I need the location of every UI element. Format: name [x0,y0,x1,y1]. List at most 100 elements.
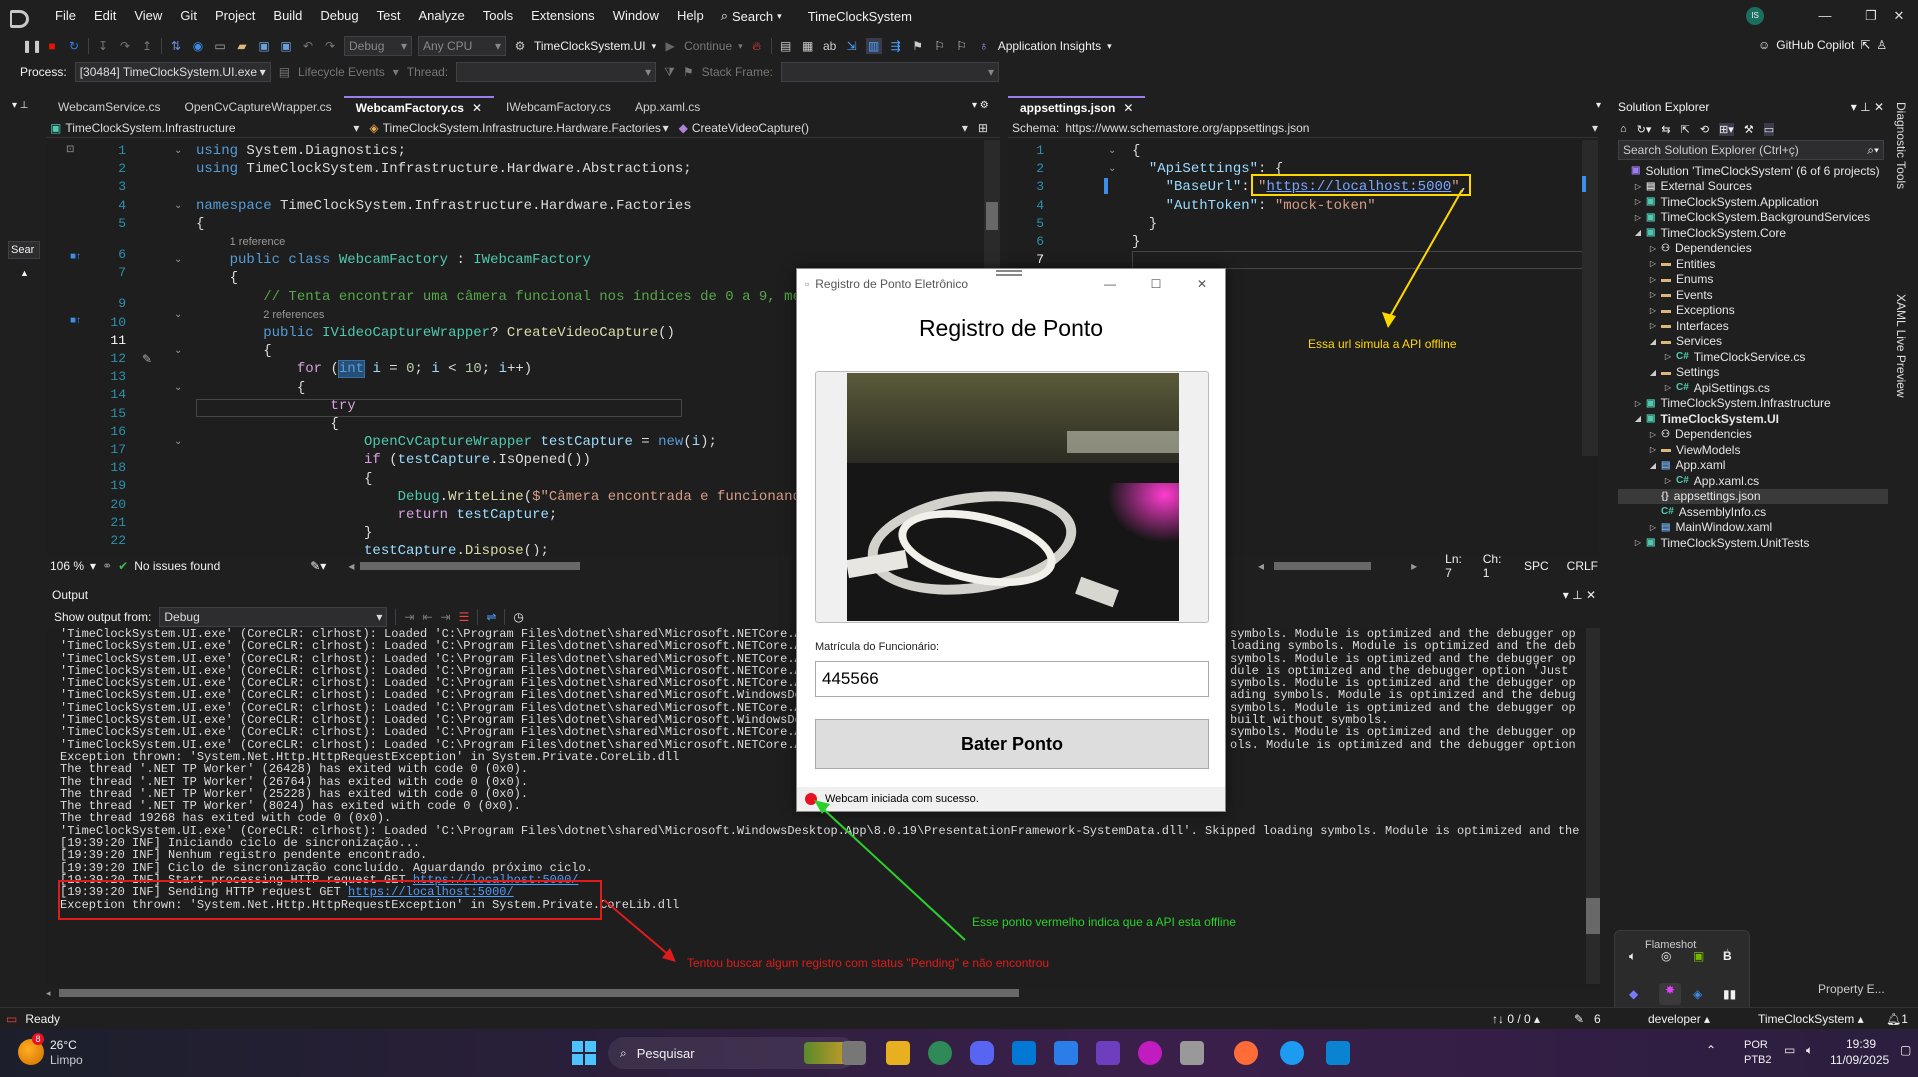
zoom-level[interactable]: 106 % [46,559,84,573]
visual-studio-icon[interactable] [1096,1041,1120,1065]
startup-project-label[interactable]: TimeClockSystem.UI [534,39,646,53]
bookmark-icon[interactable]: ⚑ [910,38,926,54]
vertical-scrollbar[interactable] [1586,628,1600,984]
menu-item-tools[interactable]: Tools [474,0,522,32]
expand-icon[interactable]: ▷ [1648,290,1658,299]
horizontal-scrollbar[interactable] [1274,562,1372,570]
comment-icon[interactable]: ⇲ [844,38,860,54]
back-icon[interactable]: ⇆ [1661,123,1670,136]
save-all-icon[interactable]: ▣ [278,38,294,54]
expand-icon[interactable]: ◢ [1633,228,1643,237]
menu-item-test[interactable]: Test [368,0,410,32]
step-icon[interactable]: ↧ [95,38,111,54]
codelens-references[interactable]: 2 references [263,309,324,321]
redo-icon[interactable]: ↷ [322,38,338,54]
tray-chevron-icon[interactable]: ⌃ [1706,1043,1716,1057]
new-item-icon[interactable]: ▭ [212,38,228,54]
notifications-icon[interactable]: ▢ [1900,1043,1911,1057]
menu-item-window[interactable]: Window [604,0,668,32]
tab-opencvcapturewrapper-cs[interactable]: OpenCvCaptureWrapper.cs [172,96,343,118]
save-icon[interactable]: ▣ [256,38,272,54]
avatar[interactable]: IS [1746,7,1764,25]
whitespace-indicator[interactable]: SPC [1524,559,1549,573]
expand-icon[interactable]: ▷ [1663,352,1673,361]
network-icon[interactable]: ▭ [1784,1043,1795,1057]
db-tool-icon[interactable] [1180,1041,1204,1065]
json-source[interactable]: { "ApiSettings": { "BaseUrl": "https://l… [1132,142,1468,251]
solution-item[interactable]: ◢ ▬ Services [1618,334,1888,350]
restart-icon[interactable]: ↻ [66,38,82,54]
solution-item[interactable]: ▷ C# App.xaml.cs [1618,473,1888,489]
menu-item-git[interactable]: Git [171,0,206,32]
bookmark-prev-icon[interactable]: ⚐ [932,38,948,54]
preview-icon[interactable]: ▭ [1763,122,1775,136]
start-button[interactable] [572,1041,596,1065]
azure-studio-icon[interactable] [1054,1041,1078,1065]
solution-item[interactable]: ◢ ▤ App.xaml [1618,458,1888,474]
find-icon[interactable]: ⇥ [404,610,414,624]
navigate-back-icon[interactable]: ◉ [190,38,206,54]
menu-item-extensions[interactable]: Extensions [522,0,604,32]
tab-webcamservice-cs[interactable]: WebcamService.cs [46,96,172,118]
properties-icon[interactable]: ⚒ [1744,123,1754,136]
teams-icon[interactable]: ◆ [1629,987,1638,1001]
close-icon[interactable]: ✕ [472,97,482,119]
solution-item[interactable]: ▷ ⚇ Dependencies [1618,427,1888,443]
brush-icon[interactable]: ✎▾ [310,559,326,573]
column-indicator[interactable]: Ch: 1 [1483,552,1506,580]
issues-status[interactable]: No issues found [134,559,220,573]
solution-item[interactable]: ▷ ▣ TimeClockSystem.BackgroundServices [1618,210,1888,226]
stop-icon[interactable]: ■ [44,38,60,54]
nav-method-select[interactable]: CreateVideoCapture() [692,121,962,135]
expand-icon[interactable]: ▷ [1648,523,1658,532]
expand-icon[interactable]: ◢ [1648,368,1658,377]
solution-item[interactable]: ▷ ▬ Exceptions [1618,303,1888,319]
solution-item[interactable]: ▷ ▬ Entities [1618,256,1888,272]
copilot-button[interactable]: GitHub Copilot [1776,38,1854,52]
vscode-icon[interactable] [1012,1041,1036,1065]
source-code[interactable]: using System.Diagnostics; using TimeCloc… [196,142,818,556]
share-icon[interactable]: ⇱ [1860,38,1870,52]
collapse-icon[interactable]: ⇱ [1681,123,1690,136]
refresh-icon[interactable]: ⟲ [1700,123,1709,136]
tab-dropdown-icon[interactable]: ▾ ⚙ [972,100,989,111]
solution-item[interactable]: C# AssemblyInfo.cs [1618,504,1888,520]
clock-date[interactable]: 11/09/2025 [1830,1053,1889,1067]
language-indicator[interactable]: POR [1744,1039,1768,1051]
notification-bell-icon[interactable]: 🔔︎1 [1886,1012,1908,1026]
pending-edits[interactable]: 6 [1594,1012,1601,1026]
solution-item[interactable]: ▷ C# ApiSettings.cs [1618,380,1888,396]
file-explorer-icon[interactable] [886,1041,910,1065]
close-button[interactable]: ✕ [1179,277,1225,291]
prev-icon[interactable]: ⇤ [422,610,432,624]
outlining-margin[interactable]: ⌄ ⌄ [1108,142,1116,178]
thread-select[interactable]: ▾ [456,62,657,82]
menu-item-help[interactable]: Help [668,0,713,32]
expand-icon[interactable]: ◢ [1648,337,1658,346]
step-over-icon[interactable]: ↷ [117,38,133,54]
drop-icon[interactable]: 💧︎ [1725,945,1730,961]
menu-item-project[interactable]: Project [206,0,264,32]
feedback-icon[interactable]: ♙ [1876,38,1887,52]
volume-icon[interactable]: 🔈︎ [1806,1043,1813,1058]
tab-app-xaml-cs[interactable]: App.xaml.cs [623,96,712,118]
expand-icon[interactable]: ▷ [1648,430,1658,439]
expand-icon[interactable]: ▷ [1633,538,1643,547]
solution-item[interactable]: ▷ ▣ TimeClockSystem.Infrastructure [1618,396,1888,412]
codelens-gutter-icon[interactable]: ■↑ [70,251,81,262]
nav-class-select[interactable]: TimeClockSystem.Infrastructure.Hardware.… [383,121,663,135]
solution-item[interactable]: ▷ ▣ TimeClockSystem.UnitTests [1618,535,1888,551]
tab-dropdown-icon[interactable]: ▾ [1596,100,1601,111]
pause-icon[interactable]: ❚❚ [22,38,42,54]
uncomment-icon[interactable]: ▥ [865,38,882,54]
github-icon[interactable]: ◎ [1661,949,1671,963]
stack-frame-select[interactable]: ▾ [780,62,999,82]
clear-all-icon[interactable]: ☰ [459,610,470,624]
postman-icon[interactable] [1234,1041,1258,1065]
expand-icon[interactable]: ◢ [1633,414,1643,423]
app-insights-button[interactable]: Application Insights [998,39,1101,53]
discord-icon[interactable] [970,1041,994,1065]
menu-item-file[interactable]: File [46,0,85,32]
docker-icon[interactable] [1280,1041,1304,1065]
expand-icon[interactable]: ▷ [1648,321,1658,330]
